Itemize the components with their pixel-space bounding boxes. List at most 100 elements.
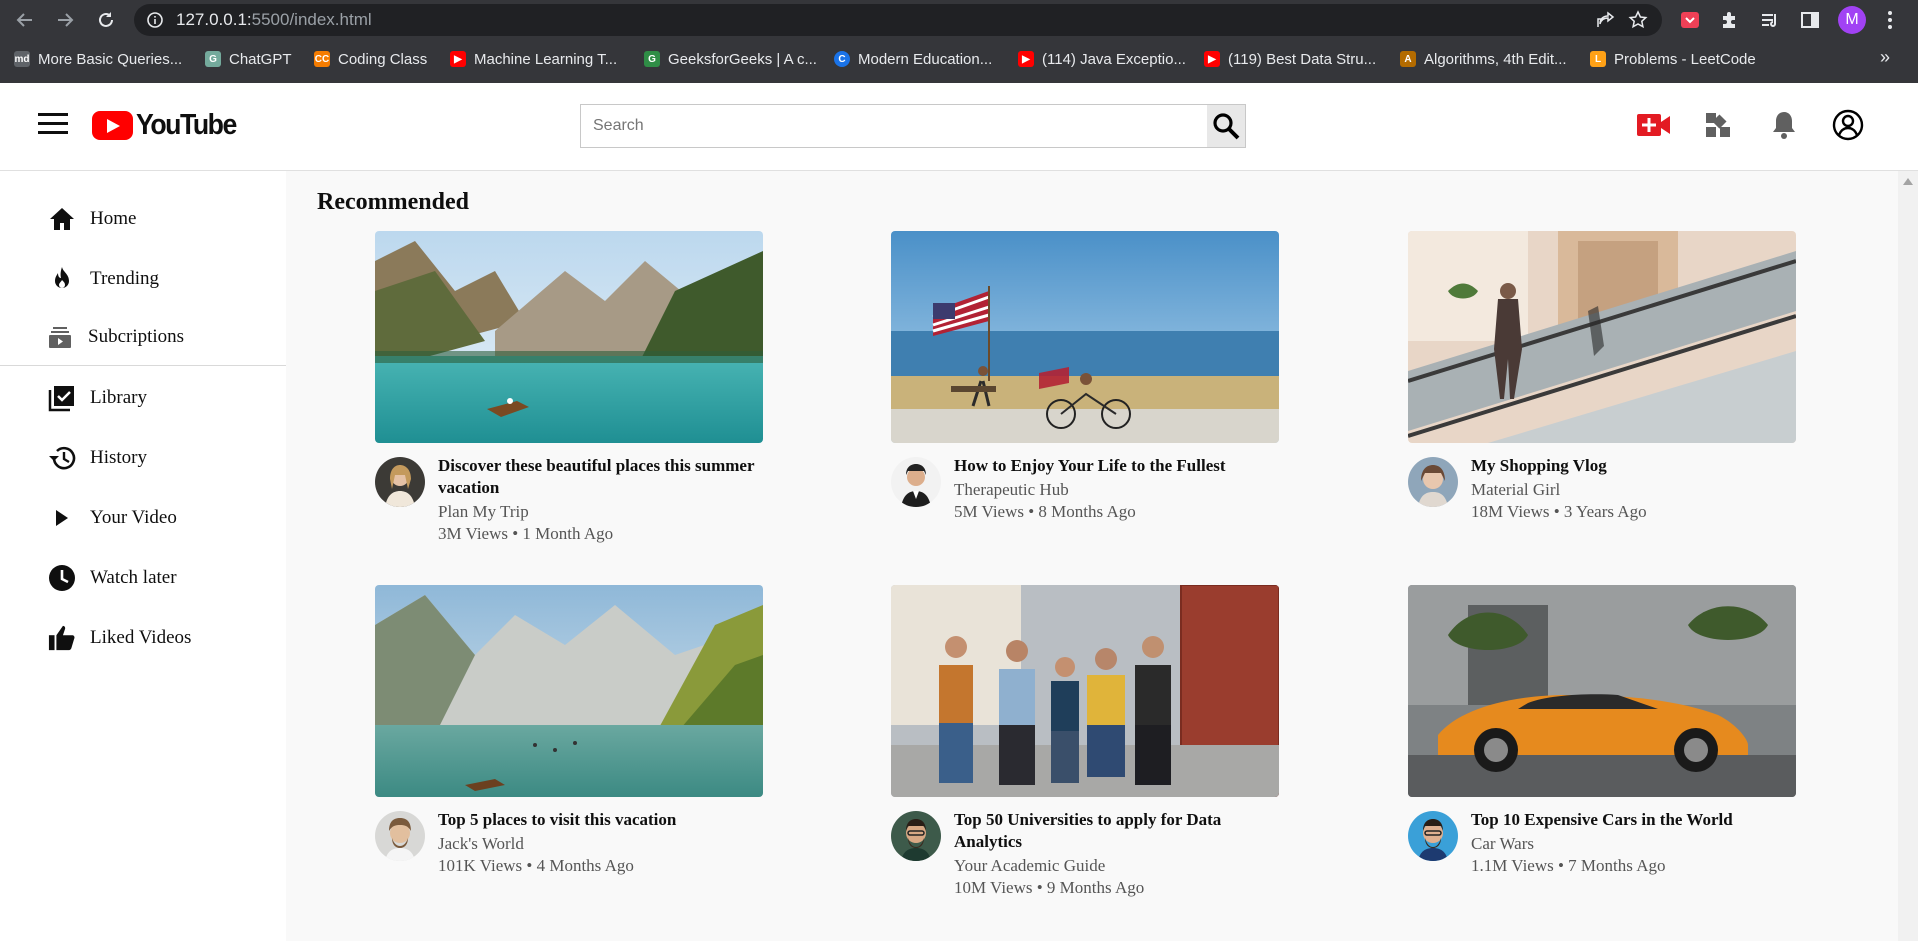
- sidebar-item-your-video[interactable]: Your Video: [48, 500, 177, 536]
- bookmark-label: GeeksforGeeks | A c...: [668, 50, 817, 68]
- bookmark-label: Modern Education...: [858, 50, 993, 68]
- bookmark-item[interactable]: G ChatGPT: [205, 48, 292, 70]
- clock-icon: [48, 564, 76, 592]
- video-camera-plus-icon: [1637, 114, 1670, 136]
- forward-icon[interactable]: [53, 8, 77, 32]
- sidebar-item-label: Home: [90, 208, 137, 229]
- sidebar-item-label: Liked Videos: [90, 627, 192, 648]
- account-button[interactable]: [1830, 107, 1866, 143]
- video-info: My Shopping Vlog Material Girl 18M Views…: [1471, 455, 1796, 523]
- bookmark-item[interactable]: A Algorithms, 4th Edit...: [1400, 48, 1567, 70]
- channel-name[interactable]: Plan My Trip: [438, 501, 763, 523]
- video-info: Top 50 Universities to apply for Data An…: [954, 809, 1279, 899]
- youtube-logo[interactable]: YouTube: [92, 109, 245, 141]
- video-meta: 18M Views • 3 Years Ago: [1471, 502, 1647, 521]
- sidebar-item-home[interactable]: Home: [48, 201, 136, 237]
- video-thumbnail[interactable]: [891, 585, 1279, 797]
- bookmark-label: More Basic Queries...: [38, 50, 183, 68]
- sidebar-item-watch-later[interactable]: Watch later: [48, 560, 177, 596]
- side-panel-icon[interactable]: [1798, 8, 1822, 32]
- bookmark-label: Problems - LeetCode: [1614, 50, 1756, 68]
- bookmark-item[interactable]: L Problems - LeetCode: [1590, 48, 1756, 70]
- bookmark-label: Coding Class: [338, 50, 428, 68]
- bookmark-item[interactable]: G GeeksforGeeks | A c...: [644, 48, 817, 70]
- video-title[interactable]: Discover these beautiful places this sum…: [438, 455, 763, 499]
- bookmark-label: Algorithms, 4th Edit...: [1424, 50, 1567, 68]
- channel-name[interactable]: Therapeutic Hub: [954, 479, 1279, 501]
- channel-avatar[interactable]: [375, 811, 425, 861]
- channel-name[interactable]: Your Academic Guide: [954, 855, 1279, 877]
- video-title[interactable]: Top 5 places to visit this vacation: [438, 809, 763, 831]
- video-meta: 1.1M Views • 7 Months Ago: [1471, 856, 1666, 875]
- video-thumbnail[interactable]: [375, 585, 763, 797]
- bookmark-item[interactable]: C Modern Education...: [834, 48, 992, 70]
- url-host: 127.0.0.1:: [176, 10, 252, 29]
- bookmark-favicon-icon: CC: [314, 51, 330, 67]
- video-meta: 3M Views • 1 Month Ago: [438, 524, 614, 543]
- sidebar-item-history[interactable]: History: [48, 440, 147, 476]
- video-title[interactable]: How to Enjoy Your Life to the Fullest: [954, 455, 1279, 477]
- channel-name[interactable]: Jack's World: [438, 833, 763, 855]
- video-info: Discover these beautiful places this sum…: [438, 455, 763, 545]
- channel-name[interactable]: Car Wars: [1471, 833, 1796, 855]
- channel-avatar[interactable]: [891, 457, 941, 507]
- subscriptions-icon: [46, 323, 74, 351]
- sidebar-item-liked-videos[interactable]: Liked Videos: [48, 620, 191, 656]
- video-title[interactable]: My Shopping Vlog: [1471, 455, 1796, 477]
- video-title[interactable]: Top 10 Expensive Cars in the World: [1471, 809, 1796, 831]
- channel-avatar[interactable]: [375, 457, 425, 507]
- bookmark-favicon-icon: G: [205, 51, 221, 67]
- video-thumbnail[interactable]: [891, 231, 1279, 443]
- address-bar[interactable]: 127.0.0.1: 5500/index.html: [134, 4, 1662, 36]
- bookmark-item[interactable]: CC Coding Class: [314, 48, 427, 70]
- flame-icon: [48, 265, 76, 293]
- profile-avatar[interactable]: M: [1838, 6, 1866, 34]
- back-icon[interactable]: [13, 8, 37, 32]
- reading-list-icon[interactable]: [1758, 8, 1782, 32]
- video-title[interactable]: Top 50 Universities to apply for Data An…: [954, 809, 1279, 853]
- bookmark-favicon-icon: G: [644, 51, 660, 67]
- bookmark-star-icon[interactable]: [1628, 10, 1648, 35]
- share-icon[interactable]: [1596, 11, 1616, 34]
- play-icon: [48, 504, 76, 532]
- bookmark-favicon-icon: A: [1400, 51, 1416, 67]
- bookmark-item[interactable]: ▶ (114) Java Exceptio...: [1018, 48, 1186, 70]
- scroll-up-arrow-icon[interactable]: [1903, 178, 1913, 185]
- sidebar-item-label: Your Video: [90, 507, 177, 528]
- reload-icon[interactable]: [94, 8, 118, 32]
- bookmark-label: (114) Java Exceptio...: [1042, 50, 1186, 68]
- account-circle-icon: [1832, 109, 1864, 141]
- hamburger-menu-icon[interactable]: [38, 113, 68, 137]
- channel-avatar[interactable]: [1408, 811, 1458, 861]
- page-scrollbar[interactable]: [1898, 171, 1918, 941]
- channel-avatar[interactable]: [1408, 457, 1458, 507]
- more-bookmarks-chevron-icon[interactable]: »: [1880, 47, 1890, 68]
- search-input[interactable]: [581, 105, 1207, 147]
- sidebar-item-trending[interactable]: Trending: [48, 261, 159, 297]
- bookmark-favicon-icon: ▶: [450, 51, 466, 67]
- bookmark-item[interactable]: md More Basic Queries...: [14, 48, 182, 70]
- bookmark-item[interactable]: ▶ Machine Learning T...: [450, 48, 617, 70]
- search-button[interactable]: [1207, 105, 1245, 147]
- extensions-puzzle-icon[interactable]: [1718, 8, 1742, 32]
- sidebar-item-library[interactable]: Library: [48, 380, 147, 416]
- video-thumbnail[interactable]: [1408, 231, 1796, 443]
- bookmark-label: ChatGPT: [229, 50, 292, 68]
- browser-menu-icon[interactable]: [1878, 8, 1902, 32]
- notifications-button[interactable]: [1766, 107, 1802, 143]
- bookmark-item[interactable]: ▶ (119) Best Data Stru...: [1204, 48, 1376, 70]
- video-thumbnail[interactable]: [375, 231, 763, 443]
- channel-avatar[interactable]: [891, 811, 941, 861]
- bookmark-favicon-icon: ▶: [1018, 51, 1034, 67]
- sidebar-item-label: Trending: [90, 268, 159, 289]
- pocket-extension-icon[interactable]: [1678, 8, 1702, 32]
- site-header: YouTube: [0, 83, 1918, 171]
- apps-button[interactable]: [1700, 107, 1736, 143]
- library-icon: [48, 384, 76, 412]
- site-info-icon[interactable]: [146, 11, 164, 34]
- browser-chrome: 127.0.0.1: 5500/index.html M md More Basic…: [0, 0, 1918, 83]
- channel-name[interactable]: Material Girl: [1471, 479, 1796, 501]
- upload-video-button[interactable]: [1636, 107, 1672, 143]
- video-thumbnail[interactable]: [1408, 585, 1796, 797]
- sidebar-item-subscriptions[interactable]: Subcriptions: [46, 319, 184, 355]
